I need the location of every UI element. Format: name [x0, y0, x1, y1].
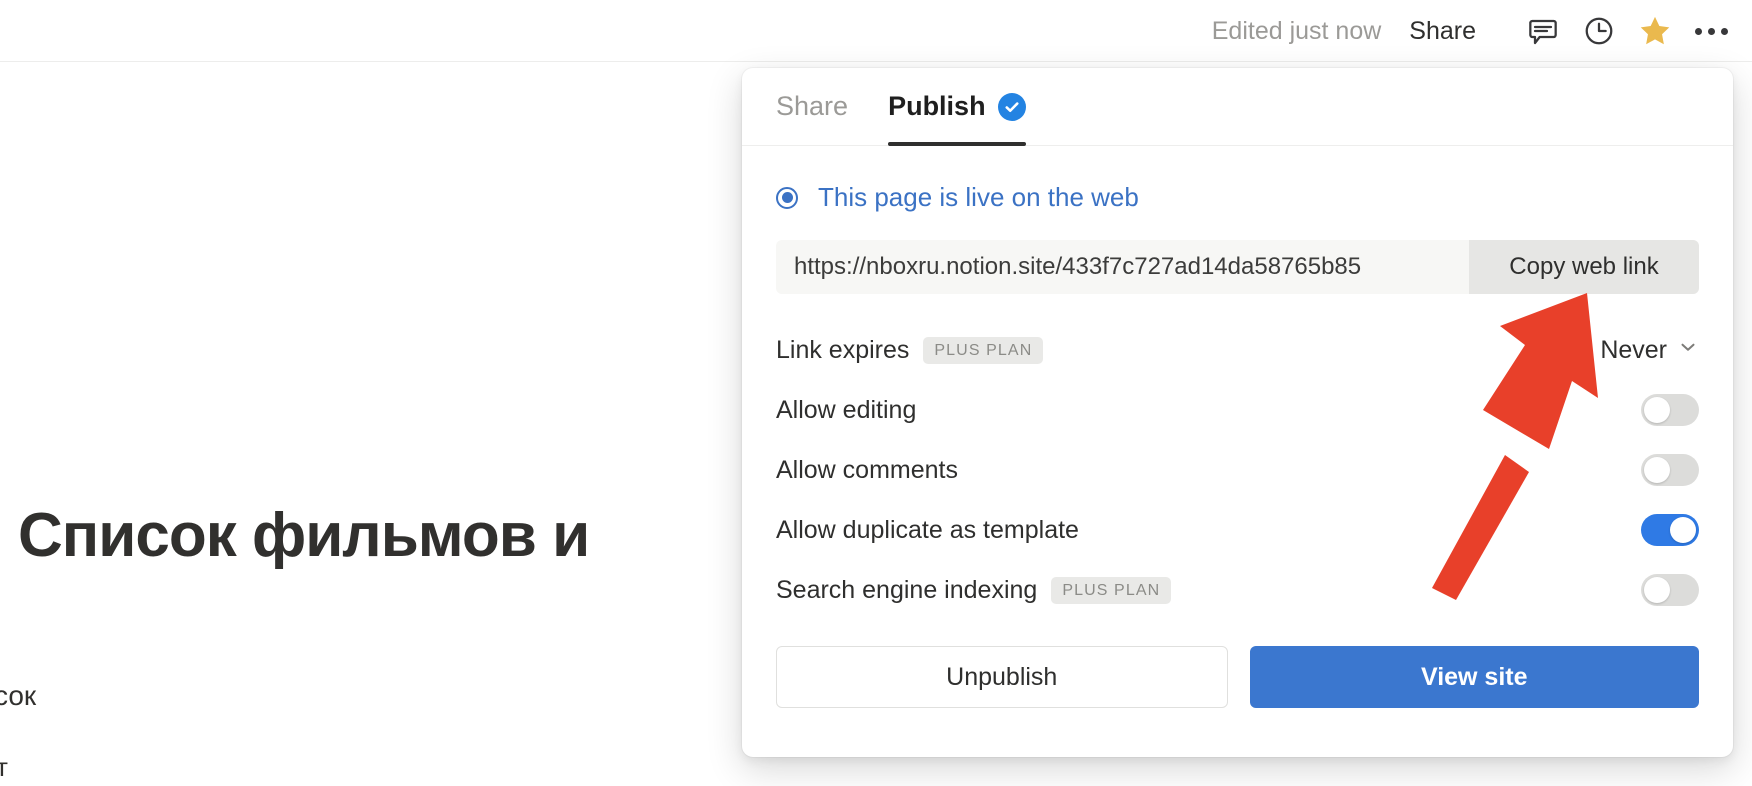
toggle-search-engine-indexing[interactable]	[1641, 574, 1699, 606]
setting-label-search-indexing: Search engine indexing	[776, 575, 1038, 604]
page-text-fragment: сок	[0, 680, 37, 711]
setting-label-allow-editing: Allow editing	[776, 395, 917, 424]
published-url-row: https://nboxru.notion.site/433f7c727ad14…	[776, 240, 1699, 294]
setting-row-allow-duplicate: Allow duplicate as template	[776, 500, 1699, 560]
tab-share-label: Share	[776, 91, 849, 121]
verified-check-icon	[997, 92, 1026, 121]
dialog-tabs: Share Publish	[742, 68, 1733, 146]
screen: Список фильмов и сок т Edited just now S…	[0, 0, 1752, 786]
tab-share[interactable]: Share	[776, 68, 848, 146]
setting-left: Search engine indexing PLUS PLAN	[776, 575, 1172, 605]
setting-left: Allow duplicate as template	[776, 516, 1079, 545]
setting-label-allow-duplicate: Allow duplicate as template	[776, 515, 1079, 544]
plus-plan-badge: PLUS PLAN	[923, 336, 1044, 364]
publish-status-row: This page is live on the web	[742, 146, 1733, 213]
top-bar-divider	[0, 61, 1752, 62]
view-site-button[interactable]: View site	[1249, 646, 1699, 708]
published-url-value[interactable]: https://nboxru.notion.site/433f7c727ad14…	[776, 240, 1469, 294]
top-bar: Edited just now Share	[0, 0, 1752, 62]
setting-left: Link expires PLUS PLAN	[776, 335, 1044, 365]
more-options-icon[interactable]	[1688, 8, 1734, 54]
star-icon[interactable]	[1632, 8, 1678, 54]
toggle-allow-editing[interactable]	[1641, 394, 1699, 426]
tab-publish-label: Publish	[888, 91, 986, 121]
tab-publish[interactable]: Publish	[888, 68, 1026, 146]
setting-label-allow-comments: Allow comments	[776, 455, 958, 484]
setting-label-link-expires: Link expires	[776, 335, 910, 364]
toggle-allow-comments[interactable]	[1641, 454, 1699, 486]
toggle-allow-duplicate-as-template[interactable]	[1641, 514, 1699, 546]
publish-settings: Link expires PLUS PLAN Never Allow editi…	[742, 294, 1733, 620]
publish-status-label: This page is live on the web	[818, 182, 1139, 212]
link-expires-value: Never	[1600, 335, 1667, 364]
publish-dialog: Share Publish This page is live on the w…	[742, 68, 1733, 757]
plus-plan-badge: PLUS PLAN	[1051, 576, 1172, 604]
setting-row-link-expires: Link expires PLUS PLAN Never	[776, 320, 1699, 380]
unpublish-button[interactable]: Unpublish	[776, 646, 1228, 708]
chevron-down-icon	[1677, 336, 1699, 365]
setting-left: Allow comments	[776, 456, 958, 485]
page-text-fragment-2: т	[0, 752, 8, 782]
clock-history-icon[interactable]	[1576, 8, 1622, 54]
more-options-dots	[1694, 27, 1728, 35]
setting-row-search-indexing: Search engine indexing PLUS PLAN	[776, 560, 1699, 620]
radio-selected-icon[interactable]	[776, 186, 798, 209]
copy-web-link-button[interactable]: Copy web link	[1469, 240, 1699, 294]
link-expires-select[interactable]: Never	[1600, 336, 1699, 365]
setting-row-allow-comments: Allow comments	[776, 440, 1699, 500]
dialog-footer: Unpublish View site	[742, 620, 1733, 708]
setting-left: Allow editing	[776, 396, 916, 425]
setting-row-allow-editing: Allow editing	[776, 380, 1699, 440]
comment-icon[interactable]	[1520, 8, 1566, 54]
page-title: Список фильмов и	[18, 501, 590, 570]
edited-timestamp: Edited just now	[1211, 16, 1382, 45]
share-button[interactable]: Share	[1409, 17, 1476, 46]
